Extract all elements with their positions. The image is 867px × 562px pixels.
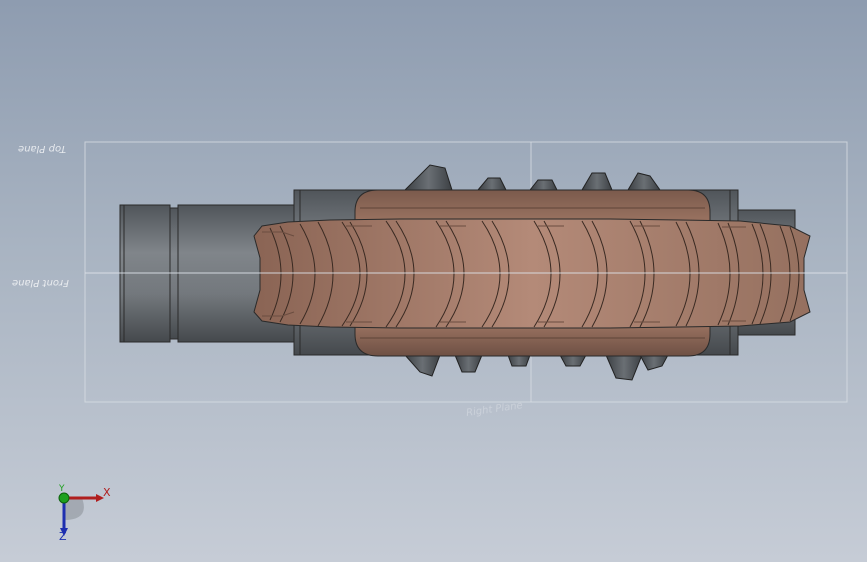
triad-x-label: X — [103, 486, 111, 499]
worm-threads-bottom[interactable] — [403, 354, 669, 381]
worm-threads-top[interactable] — [403, 164, 661, 191]
top-plane-label[interactable]: Top Plane — [18, 143, 66, 154]
triad-y-label: Y — [59, 484, 65, 494]
triad-z-label: Z — [59, 530, 67, 543]
model-canvas[interactable] — [0, 0, 867, 562]
front-plane-label[interactable]: Front Plane — [12, 277, 69, 288]
graphics-viewport[interactable]: Top Plane Front Plane Right Plane X Y Z — [0, 0, 867, 562]
